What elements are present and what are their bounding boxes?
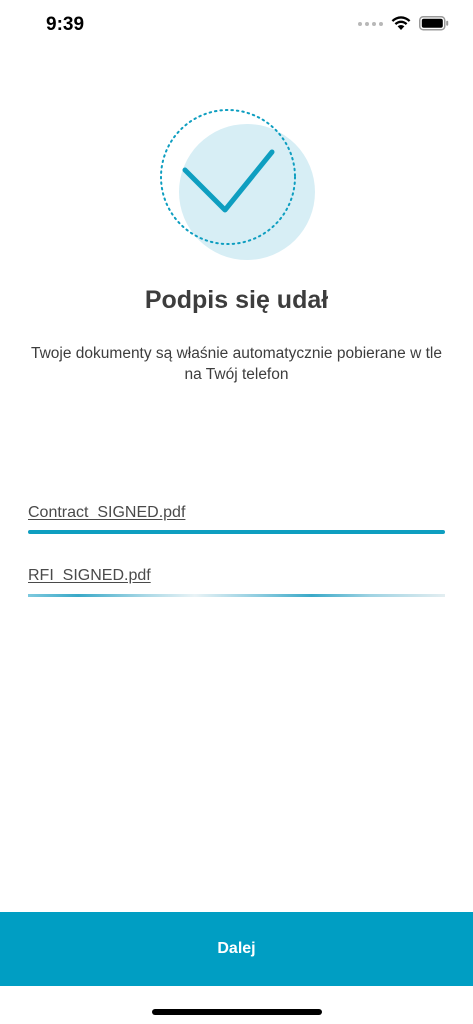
file-item: RFI_SIGNED.pdf: [28, 567, 445, 598]
status-bar: 9:39: [0, 0, 473, 54]
cellular-signal-icon: [358, 21, 383, 26]
home-indicator: [152, 1009, 322, 1015]
success-checkmark-icon: [160, 109, 315, 260]
download-progress-indicator: [28, 594, 445, 597]
status-icons: [358, 16, 449, 31]
download-progress-fill: [28, 530, 445, 534]
file-link-rfi[interactable]: RFI_SIGNED.pdf: [28, 567, 445, 585]
file-link-contract[interactable]: Contract_SIGNED.pdf: [28, 504, 445, 522]
download-progress-bar: [28, 530, 445, 534]
battery-icon: [419, 16, 449, 31]
page-subtitle: Twoje dokumenty są właśnie automatycznie…: [31, 345, 442, 383]
file-item: Contract_SIGNED.pdf: [28, 504, 445, 534]
download-progress-bar-indeterminate: [28, 594, 445, 598]
signing-success-screen: 9:39 Podpis się udał Twoje dokumenty są …: [0, 0, 473, 1024]
status-time: 9:39: [46, 14, 85, 35]
page-title: Podpis się udał: [144, 286, 329, 314]
next-button[interactable]: Dalej: [0, 912, 473, 986]
wifi-icon: [391, 16, 411, 30]
